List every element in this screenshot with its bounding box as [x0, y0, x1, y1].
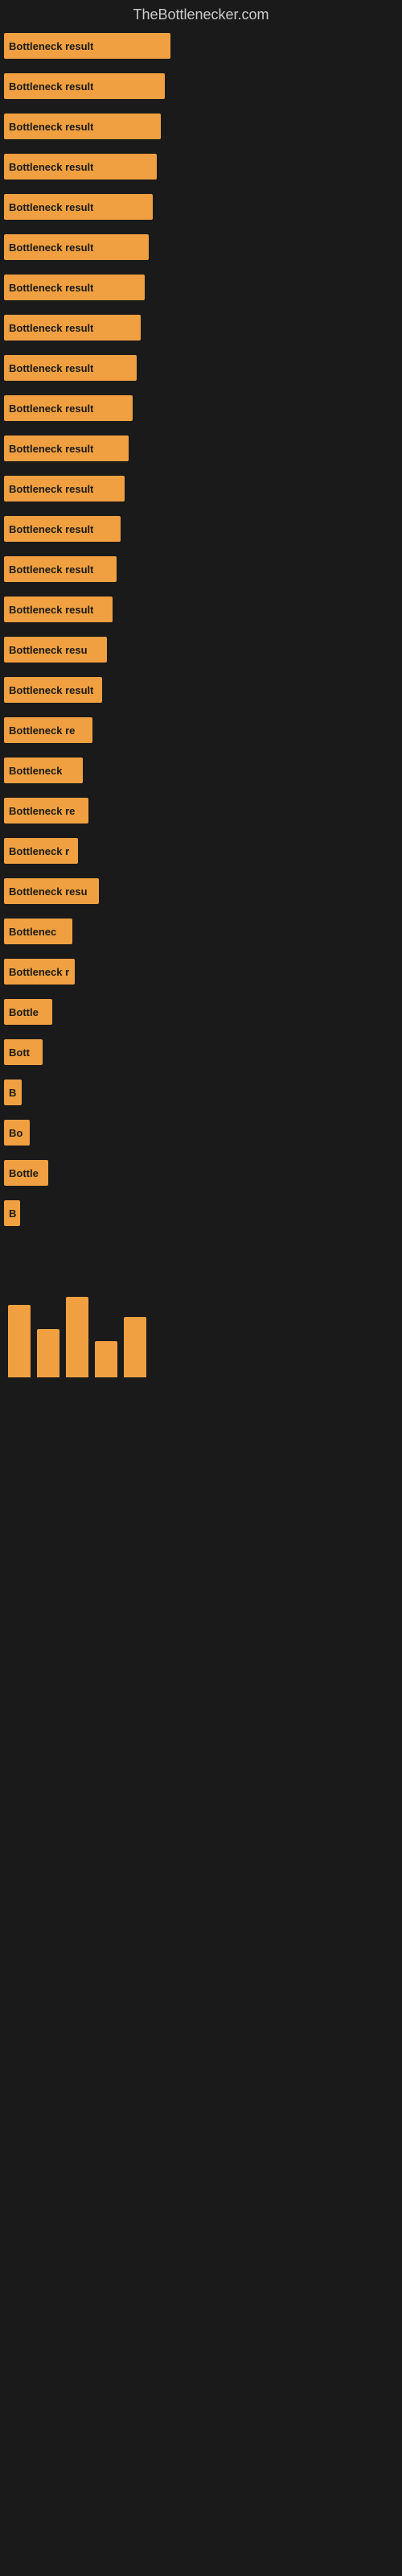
bar-row-4: Bottleneck result	[4, 194, 153, 220]
tiny-vbar-3	[95, 1341, 117, 1377]
bar-row-23: Bottleneck r	[4, 959, 75, 985]
bar-label-25: Bott	[9, 1046, 30, 1059]
bar-row-3: Bottleneck result	[4, 154, 157, 180]
bar-row-11: Bottleneck result	[4, 476, 125, 502]
bar-label-9: Bottleneck result	[9, 402, 93, 415]
bar-row-29: B	[4, 1200, 20, 1226]
bar-row-8: Bottleneck result	[4, 355, 137, 381]
tiny-vbar-1	[37, 1329, 59, 1377]
bar-label-24: Bottle	[9, 1006, 39, 1018]
bar-row-1: Bottleneck result	[4, 73, 165, 99]
bar-row-14: Bottleneck result	[4, 597, 113, 622]
site-title: TheBottlenecker.com	[0, 0, 402, 33]
bar-row-12: Bottleneck result	[4, 516, 121, 542]
bar-label-10: Bottleneck result	[9, 443, 93, 455]
bar-label-27: Bo	[9, 1127, 23, 1139]
bar-label-17: Bottleneck re	[9, 724, 75, 737]
bar-label-19: Bottleneck re	[9, 805, 75, 817]
bar-row-6: Bottleneck result	[4, 275, 145, 300]
bar-label-0: Bottleneck result	[9, 40, 93, 52]
tiny-vbar-2	[66, 1297, 88, 1377]
bar-label-14: Bottleneck result	[9, 604, 93, 616]
bar-row-19: Bottleneck re	[4, 798, 88, 824]
bar-label-21: Bottleneck resu	[9, 886, 88, 898]
bar-row-15: Bottleneck resu	[4, 637, 107, 663]
bar-row-28: Bottle	[4, 1160, 48, 1186]
bar-label-3: Bottleneck result	[9, 161, 93, 173]
bar-row-16: Bottleneck result	[4, 677, 102, 703]
bar-label-11: Bottleneck result	[9, 483, 93, 495]
bar-row-10: Bottleneck result	[4, 436, 129, 461]
bar-label-6: Bottleneck result	[9, 282, 93, 294]
bar-row-25: Bott	[4, 1039, 43, 1065]
bar-label-1: Bottleneck result	[9, 80, 93, 93]
bar-label-28: Bottle	[9, 1167, 39, 1179]
bar-row-20: Bottleneck r	[4, 838, 78, 864]
bar-row-26: B	[4, 1080, 22, 1105]
bar-row-9: Bottleneck result	[4, 395, 133, 421]
bar-label-29: B	[9, 1208, 16, 1220]
bar-row-5: Bottleneck result	[4, 234, 149, 260]
bar-row-21: Bottleneck resu	[4, 878, 99, 904]
bar-label-8: Bottleneck result	[9, 362, 93, 374]
bar-label-7: Bottleneck result	[9, 322, 93, 334]
bar-label-2: Bottleneck result	[9, 121, 93, 133]
bar-row-13: Bottleneck result	[4, 556, 117, 582]
bar-label-23: Bottleneck r	[9, 966, 69, 978]
bar-row-27: Bo	[4, 1120, 30, 1146]
tiny-vbar-4	[124, 1317, 146, 1377]
bars-container: Bottleneck result Bottleneck result Bottle…	[0, 33, 402, 1257]
bar-label-4: Bottleneck result	[9, 201, 93, 213]
bar-label-22: Bottlenec	[9, 926, 56, 938]
bar-label-15: Bottleneck resu	[9, 644, 88, 656]
tiny-bars-section	[0, 1281, 402, 1377]
bar-row-18: Bottleneck	[4, 758, 83, 783]
bar-row-24: Bottle	[4, 999, 52, 1025]
bar-label-16: Bottleneck result	[9, 684, 93, 696]
bar-label-12: Bottleneck result	[9, 523, 93, 535]
bar-label-5: Bottleneck result	[9, 242, 93, 254]
bar-label-20: Bottleneck r	[9, 845, 69, 857]
tiny-vbar-0	[8, 1305, 31, 1377]
bar-row-17: Bottleneck re	[4, 717, 92, 743]
bar-label-26: B	[9, 1087, 16, 1099]
bar-row-0: Bottleneck result	[4, 33, 170, 59]
bar-row-22: Bottlenec	[4, 919, 72, 944]
bar-row-2: Bottleneck result	[4, 114, 161, 139]
bar-label-18: Bottleneck	[9, 765, 62, 777]
bar-label-13: Bottleneck result	[9, 564, 93, 576]
bar-row-7: Bottleneck result	[4, 315, 141, 341]
